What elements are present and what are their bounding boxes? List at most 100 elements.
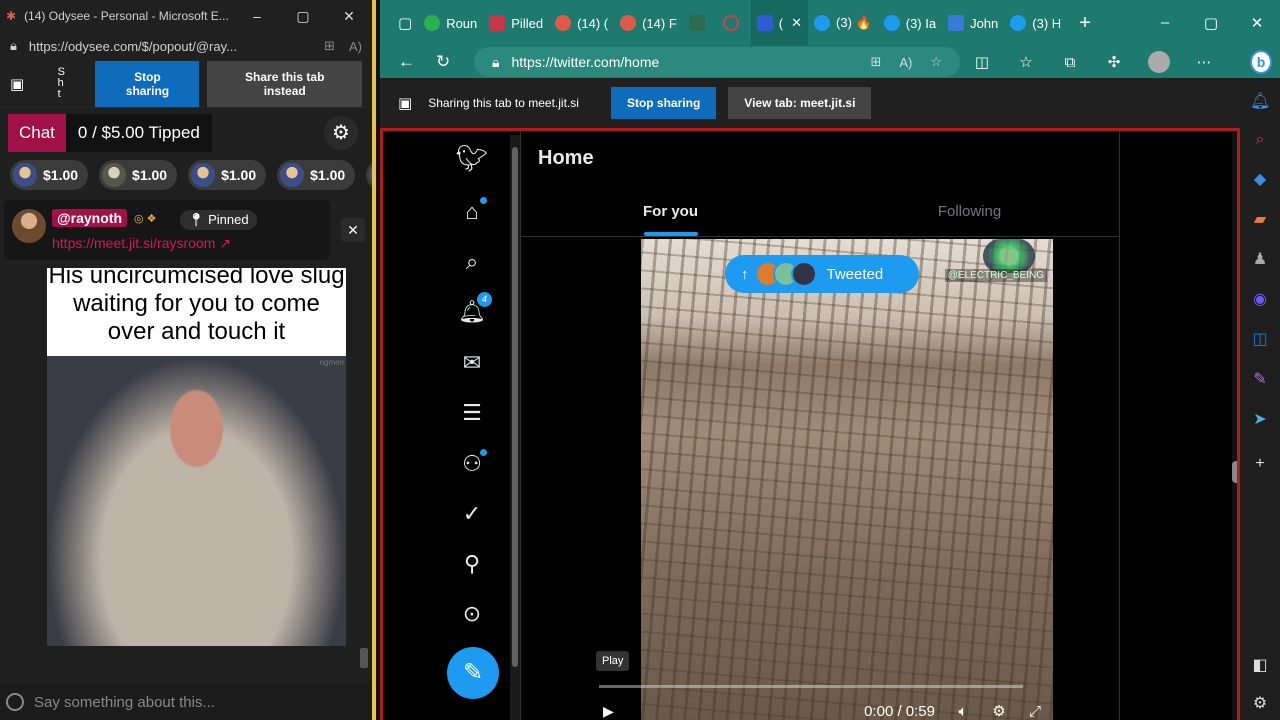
compose-tweet-button[interactable]: ✎ (447, 647, 499, 699)
screen-share-icon: ▣ (10, 75, 25, 93)
sidebar-toggle-icon[interactable]: ◧ (1250, 656, 1270, 676)
app-icon[interactable]: ⊞ (324, 38, 335, 54)
view-tab-button[interactable]: View tab: meet.jit.si (728, 87, 872, 119)
verified-icon[interactable]: ✓ (455, 497, 489, 531)
chat-input-placeholder[interactable]: Say something about this... (34, 694, 215, 711)
collections-icon[interactable]: ⧉ (1048, 54, 1092, 71)
tip-pill[interactable] (366, 160, 372, 190)
search-icon[interactable]: ⌕ (455, 245, 489, 279)
search-icon[interactable]: ⌕ (1250, 130, 1270, 150)
sidebar-scrollbar[interactable] (510, 135, 520, 720)
split-screen-icon[interactable]: ◫ (960, 53, 1004, 71)
notifications-icon[interactable]: 🔔︎ 4 (455, 292, 492, 329)
profile-avatar[interactable] (1148, 51, 1170, 73)
bing-icon[interactable]: b (1250, 50, 1272, 74)
maximize-button[interactable]: ▢ (1188, 14, 1234, 32)
video-player[interactable]: @ELECTRIC_BEING ↑ Tweeted Play ▶ 0:00 / … (591, 239, 1053, 720)
tip-pill[interactable]: $1.00 (277, 160, 356, 190)
close-tab-icon[interactable]: ✕ (791, 15, 802, 31)
bell-icon[interactable]: 🔔︎ (1250, 92, 1270, 112)
video-time: 0:00 / 0:59 (864, 702, 935, 720)
close-pinned-button[interactable]: ✕ (341, 218, 365, 242)
read-aloud-icon[interactable]: A) (349, 39, 362, 54)
chat-tab[interactable]: Chat (8, 114, 66, 152)
browser-tab[interactable]: (3) 🔥 (808, 0, 878, 46)
tab-for-you[interactable]: For you (521, 189, 820, 236)
extensions-icon[interactable]: ✣ (1092, 53, 1136, 71)
browser-tab[interactable]: Pilled (483, 0, 549, 46)
new-tab-icon[interactable]: + (1073, 0, 1097, 46)
browser-tab[interactable]: (14) ( (549, 0, 614, 46)
maximize-button[interactable]: ▢ (280, 8, 326, 25)
tip-pill[interactable]: $1.00 (99, 160, 178, 190)
tools-icon[interactable]: ▰ (1250, 210, 1270, 230)
browser-tab[interactable]: (3) Ia (878, 0, 942, 46)
communities-icon[interactable]: ⚇ (455, 447, 489, 481)
tab-following[interactable]: Following (820, 189, 1119, 236)
tip-total: 0 / $5.00 Tipped (65, 114, 212, 152)
twitter-icon (814, 15, 831, 31)
stop-sharing-button[interactable]: Stop sharing (95, 60, 200, 107)
send-icon[interactable]: ➤ (1250, 410, 1270, 430)
outlook-icon[interactable]: ◫ (1250, 330, 1270, 350)
address-bar[interactable]: 🔒︎ https://twitter.com/home ⊞ A) ☆ (474, 47, 960, 77)
minimize-button[interactable]: – (1142, 14, 1188, 32)
more-menu-icon[interactable]: ⋯ (1182, 53, 1226, 71)
gear-icon[interactable]: ⚙ (324, 116, 358, 150)
close-window-button[interactable]: ✕ (326, 8, 372, 25)
browser-tab[interactable] (683, 0, 717, 46)
tweeted-pill[interactable]: ↑ Tweeted (725, 255, 919, 293)
designer-icon[interactable]: ✎ (1250, 370, 1270, 390)
fullscreen-icon[interactable]: ⤢ (1017, 703, 1053, 720)
page-scrollbar[interactable] (1232, 131, 1237, 720)
profile-icon[interactable]: ⚲ (455, 547, 489, 581)
pinned-username[interactable]: @raynoth (52, 209, 127, 227)
pinned-link[interactable]: https://meet.jit.si/raysroom ↗ (52, 235, 231, 252)
odysee-address-bar[interactable]: 🔒︎ https://odysee.com/$/popout/@ray... ⊞… (0, 32, 372, 60)
shopping-icon[interactable]: ◆ (1250, 170, 1270, 190)
microsoft-365-icon[interactable]: ◉ (1250, 290, 1270, 310)
browser-tab[interactable]: (3) H (1004, 0, 1067, 46)
sidebar-scroll-thumb[interactable] (512, 147, 518, 667)
emoji-icon[interactable] (6, 693, 24, 711)
settings-icon[interactable]: ⚙ (1250, 694, 1270, 714)
messages-icon[interactable]: ✉ (455, 346, 489, 380)
read-aloud-icon[interactable]: A) (899, 55, 912, 70)
browser-tab[interactable]: John (942, 0, 1004, 46)
games-icon[interactable]: ♟ (1250, 250, 1270, 270)
address-url[interactable]: https://twitter.com/home (511, 54, 870, 70)
tab-label: Pilled (511, 15, 544, 31)
tip-amount: $1.00 (221, 167, 257, 183)
add-icon[interactable]: + (1250, 454, 1270, 474)
stop-sharing-button[interactable]: Stop sharing (610, 87, 717, 119)
tip-pill[interactable]: $1.00 (188, 160, 267, 190)
browser-tab[interactable]: Roun (418, 0, 483, 46)
app-icon[interactable]: ⊞ (870, 54, 881, 70)
video-progress-bar[interactable] (599, 685, 1023, 688)
browser-tab[interactable] (717, 0, 751, 46)
lists-icon[interactable]: ☰ (455, 396, 489, 430)
odysee-url[interactable]: https://odysee.com/$/popout/@ray... (29, 39, 310, 54)
home-icon[interactable]: ⌂ (455, 195, 489, 229)
refresh-icon[interactable]: ↻ (436, 52, 474, 72)
browser-tab-active[interactable]: (✕ (750, 0, 809, 46)
back-icon[interactable]: ← (398, 52, 436, 72)
tab-favicon-icon (555, 15, 572, 31)
close-window-button[interactable]: ✕ (1234, 14, 1280, 32)
chat-input[interactable]: Say something about this... (0, 684, 372, 720)
minimize-button[interactable]: – (234, 8, 280, 24)
browser-tab[interactable]: (14) F (614, 0, 683, 46)
settings-icon[interactable]: ⚙ (981, 702, 1017, 720)
twitter-logo-icon[interactable]: 🐦︎ (455, 141, 489, 175)
pinned-link-text[interactable]: https://meet.jit.si/raysroom (52, 235, 215, 251)
page-scroll-thumb[interactable] (1232, 461, 1237, 483)
tab-actions-icon[interactable]: ▢ (392, 0, 418, 46)
chat-scrollbar[interactable] (360, 648, 368, 668)
tip-pill[interactable]: $1.00 (10, 160, 89, 190)
volume-icon[interactable]: 🔈︎ (945, 703, 981, 720)
share-this-tab-button[interactable]: Share this tab instead (207, 60, 362, 107)
favorites-icon[interactable]: ☆ (1004, 53, 1048, 71)
favorite-star-icon[interactable]: ☆ (930, 54, 942, 70)
play-icon[interactable]: ▶ (603, 703, 614, 720)
more-icon[interactable]: ⊙ (455, 597, 489, 631)
